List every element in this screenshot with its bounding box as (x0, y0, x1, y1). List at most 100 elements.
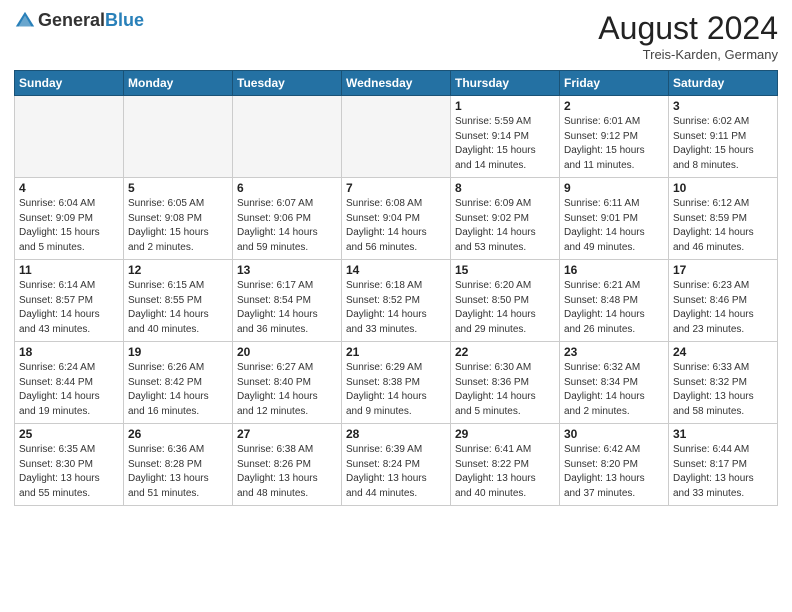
table-row: 3 Sunrise: 6:02 AM Sunset: 9:11 PM Daylig… (669, 96, 778, 178)
table-row: 12 Sunrise: 6:15 AM Sunset: 8:55 PM Dayli… (124, 260, 233, 342)
day-number: 1 (455, 99, 555, 113)
table-row: 4 Sunrise: 6:04 AM Sunset: 9:09 PM Daylig… (15, 178, 124, 260)
table-row: 14Sunrise: 6:18 AM Sunset: 8:52 PM Dayli… (342, 260, 451, 342)
day-number: 8 (455, 181, 555, 195)
day-number: 19 (128, 345, 228, 359)
day-info: Sunrise: 6:24 AM Sunset: 8:44 PM Dayligh… (19, 361, 119, 419)
day-info: Sunrise: 6:23 AM Sunset: 8:46 PM Dayligh… (673, 279, 773, 337)
table-row: 9 Sunrise: 6:11 AM Sunset: 9:01 PM Daylig… (560, 178, 669, 260)
day-number: 31 (673, 427, 773, 441)
page-header: GeneralBlue August 2024 Treis-Karden, Ge… (14, 10, 778, 62)
day-info: Sunrise: 6:32 AM Sunset: 8:34 PM Dayligh… (564, 361, 664, 419)
day-number: 4 (19, 181, 119, 195)
table-row (342, 96, 451, 178)
table-row: 17 Sunrise: 6:23 AM Sunset: 8:46 PM Dayli… (669, 260, 778, 342)
table-row: 31 Sunrise: 6:44 AM Sunset: 8:17 PM Dayli… (669, 424, 778, 506)
day-info: Sunrise: 6:21 AM Sunset: 8:48 PM Dayligh… (564, 279, 664, 337)
day-info: Sunrise: 6:38 AM Sunset: 8:26 PM Dayligh… (237, 443, 337, 501)
day-number: 18 (19, 345, 119, 359)
day-info: Sunrise: 6:35 AM Sunset: 8:30 PM Dayligh… (19, 443, 119, 501)
day-number: 16 (564, 263, 664, 277)
table-row: 29Sunrise: 6:41 AM Sunset: 8:22 PM Dayli… (451, 424, 560, 506)
day-number: 13 (237, 263, 337, 277)
calendar-week-row: 18 Sunrise: 6:24 AM Sunset: 8:44 PM Dayli… (15, 342, 778, 424)
page-container: GeneralBlue August 2024 Treis-Karden, Ge… (0, 0, 792, 516)
table-row: 28Sunrise: 6:39 AM Sunset: 8:24 PM Dayli… (342, 424, 451, 506)
day-info: Sunrise: 6:08 AM Sunset: 9:04 PM Dayligh… (346, 197, 446, 255)
day-info: Sunrise: 6:27 AM Sunset: 8:40 PM Dayligh… (237, 361, 337, 419)
table-row: 18 Sunrise: 6:24 AM Sunset: 8:44 PM Dayli… (15, 342, 124, 424)
day-number: 23 (564, 345, 664, 359)
logo-text: GeneralBlue (38, 11, 144, 31)
day-number: 15 (455, 263, 555, 277)
table-row: 27 Sunrise: 6:38 AM Sunset: 8:26 PM Dayli… (233, 424, 342, 506)
day-number: 27 (237, 427, 337, 441)
col-friday: Friday (560, 71, 669, 96)
table-row: 1 Sunrise: 5:59 AM Sunset: 9:14 PM Daylig… (451, 96, 560, 178)
day-info: Sunrise: 6:17 AM Sunset: 8:54 PM Dayligh… (237, 279, 337, 337)
calendar-week-row: 4 Sunrise: 6:04 AM Sunset: 9:09 PM Daylig… (15, 178, 778, 260)
day-number: 2 (564, 99, 664, 113)
col-tuesday: Tuesday (233, 71, 342, 96)
day-info: Sunrise: 6:18 AM Sunset: 8:52 PM Dayligh… (346, 279, 446, 337)
day-number: 25 (19, 427, 119, 441)
table-row: 5Sunrise: 6:05 AM Sunset: 9:08 PM Daylig… (124, 178, 233, 260)
table-row: 22Sunrise: 6:30 AM Sunset: 8:36 PM Dayli… (451, 342, 560, 424)
calendar-body: 1 Sunrise: 5:59 AM Sunset: 9:14 PM Daylig… (15, 96, 778, 506)
table-row: 6Sunrise: 6:07 AM Sunset: 9:06 PM Daylig… (233, 178, 342, 260)
logo-blue-text: Blue (105, 10, 144, 30)
table-row: 21 Sunrise: 6:29 AM Sunset: 8:38 PM Dayli… (342, 342, 451, 424)
table-row: 26Sunrise: 6:36 AM Sunset: 8:28 PM Dayli… (124, 424, 233, 506)
day-number: 21 (346, 345, 446, 359)
day-info: Sunrise: 5:59 AM Sunset: 9:14 PM Dayligh… (455, 115, 555, 173)
day-number: 24 (673, 345, 773, 359)
table-row: 23 Sunrise: 6:32 AM Sunset: 8:34 PM Dayli… (560, 342, 669, 424)
day-number: 3 (673, 99, 773, 113)
day-number: 22 (455, 345, 555, 359)
table-row: 25 Sunrise: 6:35 AM Sunset: 8:30 PM Dayli… (15, 424, 124, 506)
month-year-title: August 2024 (598, 10, 778, 47)
day-info: Sunrise: 6:20 AM Sunset: 8:50 PM Dayligh… (455, 279, 555, 337)
table-row: 10Sunrise: 6:12 AM Sunset: 8:59 PM Dayli… (669, 178, 778, 260)
day-number: 17 (673, 263, 773, 277)
table-row: 15 Sunrise: 6:20 AM Sunset: 8:50 PM Dayli… (451, 260, 560, 342)
day-info: Sunrise: 6:15 AM Sunset: 8:55 PM Dayligh… (128, 279, 228, 337)
day-info: Sunrise: 6:04 AM Sunset: 9:09 PM Dayligh… (19, 197, 119, 255)
day-info: Sunrise: 6:44 AM Sunset: 8:17 PM Dayligh… (673, 443, 773, 501)
day-number: 7 (346, 181, 446, 195)
day-info: Sunrise: 6:39 AM Sunset: 8:24 PM Dayligh… (346, 443, 446, 501)
day-info: Sunrise: 6:07 AM Sunset: 9:06 PM Dayligh… (237, 197, 337, 255)
table-row: 16 Sunrise: 6:21 AM Sunset: 8:48 PM Dayli… (560, 260, 669, 342)
calendar-week-row: 25 Sunrise: 6:35 AM Sunset: 8:30 PM Dayli… (15, 424, 778, 506)
day-info: Sunrise: 6:42 AM Sunset: 8:20 PM Dayligh… (564, 443, 664, 501)
day-number: 30 (564, 427, 664, 441)
col-sunday: Sunday (15, 71, 124, 96)
col-monday: Monday (124, 71, 233, 96)
table-row: 2 Sunrise: 6:01 AM Sunset: 9:12 PM Daylig… (560, 96, 669, 178)
logo-icon (14, 10, 36, 32)
table-row (15, 96, 124, 178)
table-row: 20Sunrise: 6:27 AM Sunset: 8:40 PM Dayli… (233, 342, 342, 424)
calendar-week-row: 11Sunrise: 6:14 AM Sunset: 8:57 PM Dayli… (15, 260, 778, 342)
day-info: Sunrise: 6:05 AM Sunset: 9:08 PM Dayligh… (128, 197, 228, 255)
logo: GeneralBlue (14, 10, 144, 32)
calendar-table: Sunday Monday Tuesday Wednesday Thursday… (14, 70, 778, 506)
day-info: Sunrise: 6:01 AM Sunset: 9:12 PM Dayligh… (564, 115, 664, 173)
day-info: Sunrise: 6:14 AM Sunset: 8:57 PM Dayligh… (19, 279, 119, 337)
day-number: 26 (128, 427, 228, 441)
day-number: 12 (128, 263, 228, 277)
calendar-header-row: Sunday Monday Tuesday Wednesday Thursday… (15, 71, 778, 96)
day-info: Sunrise: 6:12 AM Sunset: 8:59 PM Dayligh… (673, 197, 773, 255)
day-info: Sunrise: 6:33 AM Sunset: 8:32 PM Dayligh… (673, 361, 773, 419)
day-info: Sunrise: 6:29 AM Sunset: 8:38 PM Dayligh… (346, 361, 446, 419)
table-row: 19Sunrise: 6:26 AM Sunset: 8:42 PM Dayli… (124, 342, 233, 424)
table-row (124, 96, 233, 178)
table-row: 24 Sunrise: 6:33 AM Sunset: 8:32 PM Dayli… (669, 342, 778, 424)
table-row: 30 Sunrise: 6:42 AM Sunset: 8:20 PM Dayli… (560, 424, 669, 506)
calendar-week-row: 1 Sunrise: 5:59 AM Sunset: 9:14 PM Daylig… (15, 96, 778, 178)
table-row: 7 Sunrise: 6:08 AM Sunset: 9:04 PM Daylig… (342, 178, 451, 260)
table-row (233, 96, 342, 178)
day-number: 9 (564, 181, 664, 195)
day-info: Sunrise: 6:02 AM Sunset: 9:11 PM Dayligh… (673, 115, 773, 173)
day-info: Sunrise: 6:11 AM Sunset: 9:01 PM Dayligh… (564, 197, 664, 255)
